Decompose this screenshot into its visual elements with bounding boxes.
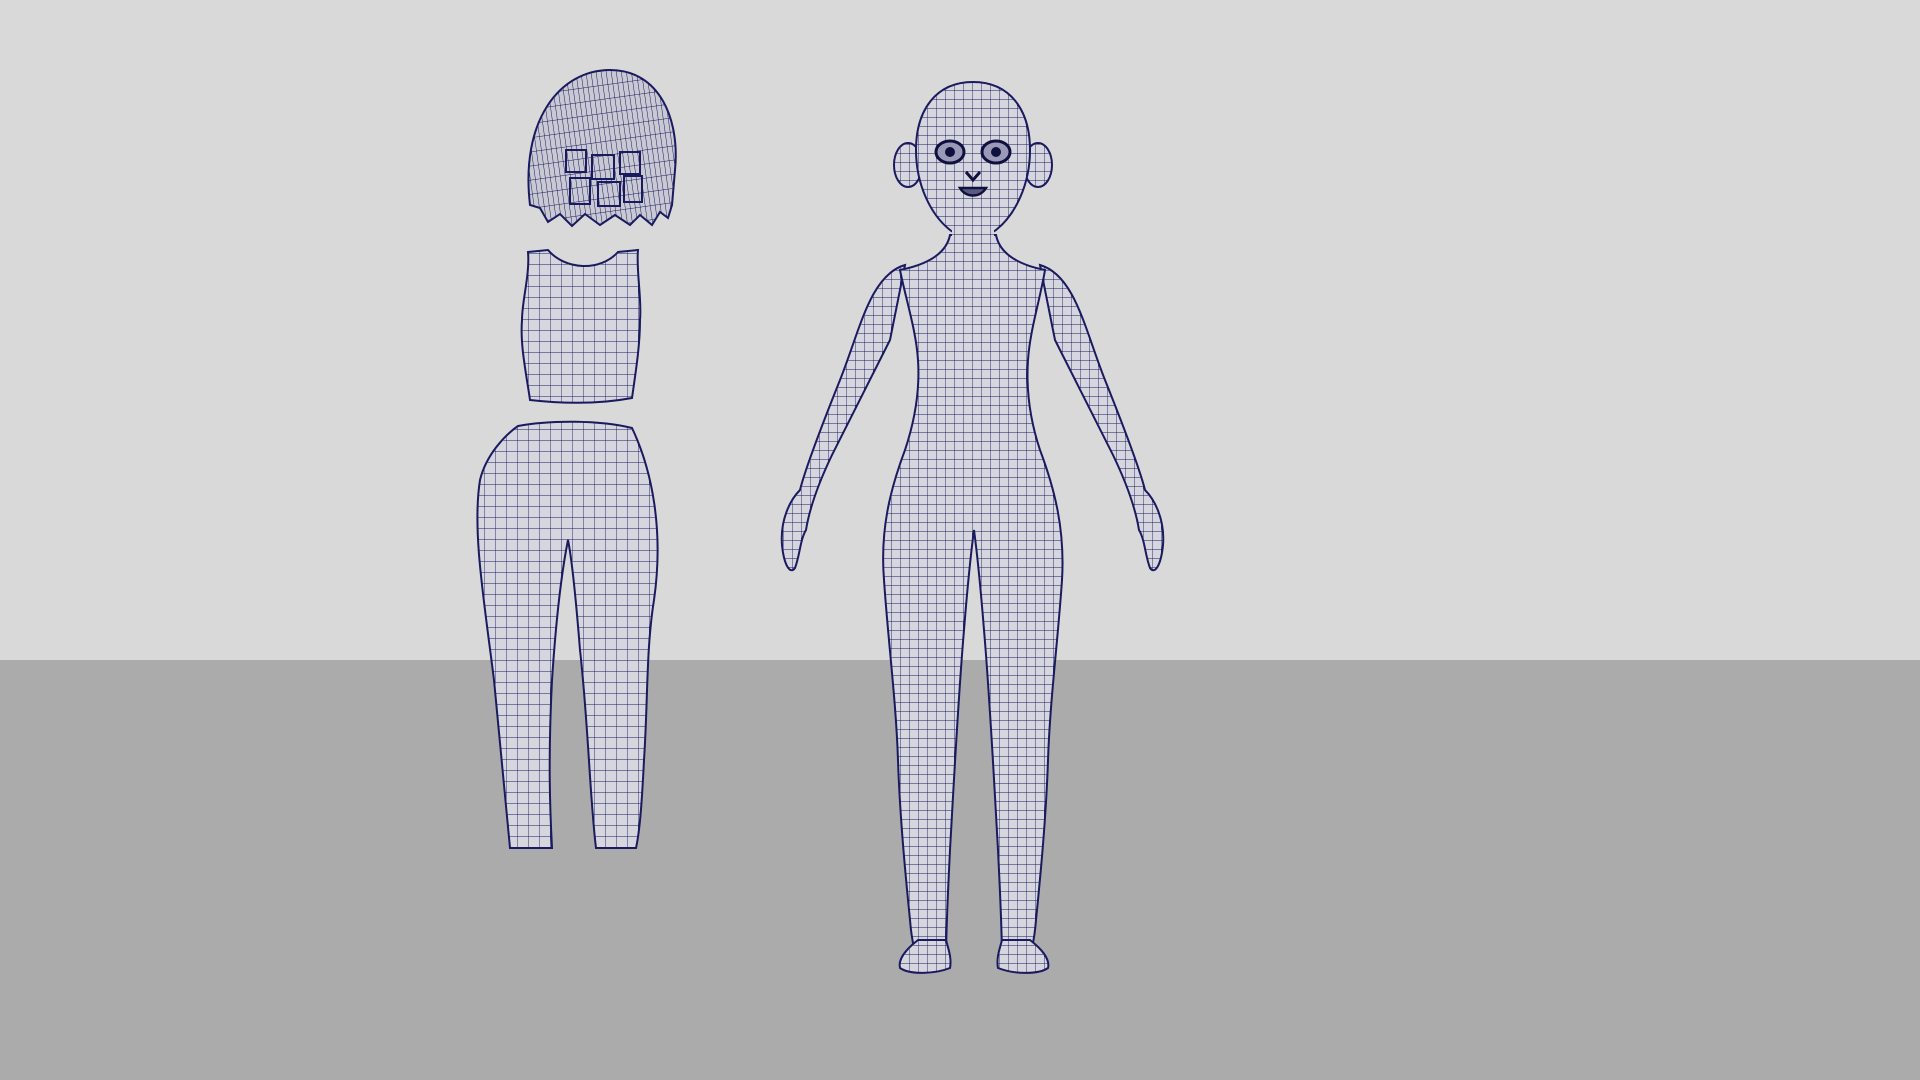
3d-viewport[interactable] <box>0 0 1920 1080</box>
character-body-mesh[interactable] <box>780 80 1165 974</box>
crop-top-shape <box>520 248 642 404</box>
left-foot <box>898 939 952 974</box>
right-foot <box>996 939 1050 974</box>
hair-cap <box>527 68 677 228</box>
leggings-shape <box>476 420 659 849</box>
neck <box>952 225 994 245</box>
leggings-mesh[interactable] <box>476 420 659 849</box>
scene-canvas[interactable] <box>0 0 1920 1080</box>
head <box>914 80 1032 237</box>
hair-mesh[interactable] <box>527 68 677 228</box>
crop-top-mesh[interactable] <box>520 248 642 404</box>
torso-and-legs <box>882 234 1064 961</box>
